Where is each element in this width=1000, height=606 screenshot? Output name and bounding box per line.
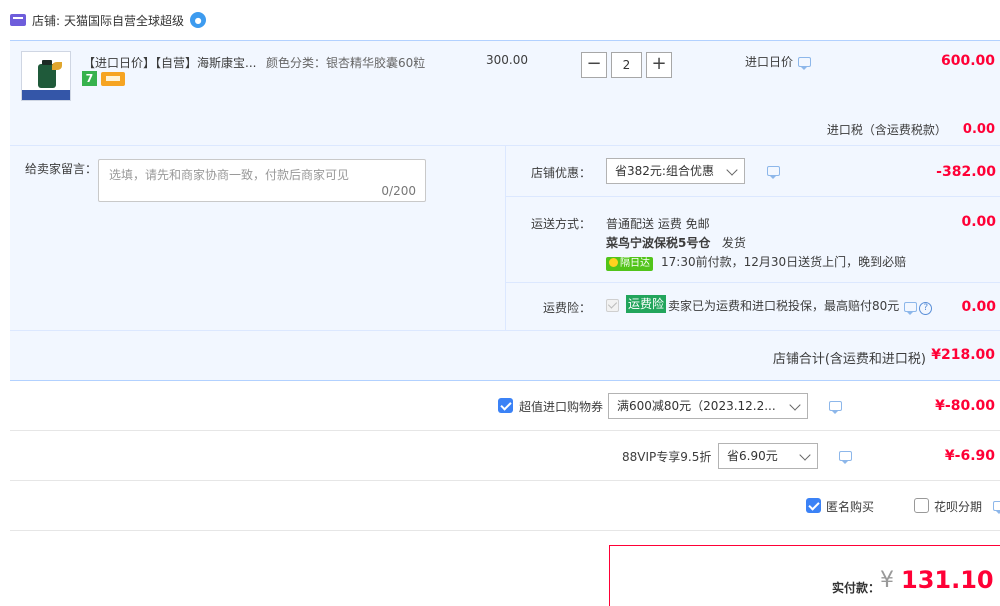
message-pane: 给卖家留言： 选填，请先和商家协商一致，付款后商家可见 0/200 (10, 145, 505, 330)
vip-selected: 省6.90元 (727, 449, 778, 463)
shop-discount-selected: 省382元:组合优惠 (615, 164, 714, 178)
anonymous-label: 匿名购买 (826, 500, 875, 514)
chevron-down-icon (799, 449, 811, 461)
coupon-selected: 满600减80元（2023.12.2... (617, 399, 776, 413)
chat-bubble-icon[interactable] (904, 301, 918, 315)
item-total: 600.00 (940, 53, 995, 69)
coupon-label: 超值进口购物券 (519, 400, 604, 414)
import-tax-label: 进口税（含运费税款） (826, 123, 947, 137)
shop-total-label: 店铺合计(含运费和进口税) (772, 352, 926, 367)
shop-discount-value: -382.00 (936, 164, 996, 180)
quantity-plus-button[interactable]: + (646, 52, 672, 78)
quantity-input[interactable]: 2 (611, 52, 642, 78)
message-placeholder: 选填，请先和商家协商一致，付款后商家可见 (109, 168, 350, 182)
product-sku: 颜色分类：银杏精华胶囊60粒 (266, 56, 426, 70)
vip-value: ¥-6.90 (944, 448, 995, 464)
vip-discount-row: 88VIP专享9.5折 省6.90元 ¥-6.90 (10, 431, 1000, 481)
shipping-warehouse-line: 菜鸟宁波保税5号仓 发货 (606, 234, 746, 251)
chat-bubble-icon[interactable] (829, 401, 842, 414)
quantity-stepper: − 2 + (581, 52, 672, 78)
insurance-row: 运费险： 运费险 卖家已为运费和进口税投保，最高赔付80元? 0.00 (506, 283, 1000, 331)
shop-name-link[interactable]: 天猫国际自营全球超级 (64, 12, 184, 29)
lightning-icon (609, 258, 618, 267)
huabei-label: 花呗分期 (934, 500, 983, 514)
shop-icon (10, 14, 26, 26)
coupon-value: ¥-80.00 (935, 398, 995, 414)
delivery-promise: 17:30前付款，12月30日送货上门，晚到必赔 (661, 255, 907, 269)
shop-discount-row: 店铺优惠： 省382元:组合优惠 -382.00 (506, 146, 1000, 197)
huabei-checkbox[interactable] (914, 498, 929, 513)
product-title-link[interactable]: 【进口日价】【自营】海斯康宝... (83, 54, 256, 71)
credit-card-icon[interactable] (101, 72, 125, 86)
item-row: 【进口日价】【自营】海斯康宝... 颜色分类：银杏精华胶囊60粒 7 300.0… (10, 41, 1000, 145)
insurance-checkbox (606, 299, 619, 312)
help-icon[interactable]: ? (919, 302, 933, 315)
anonymous-checkbox[interactable] (806, 498, 821, 513)
message-label: 给卖家留言： (25, 162, 98, 176)
chat-bubble-icon[interactable] (993, 501, 1000, 514)
coupon-row: 超值进口购物券 满600减80元（2023.12.2... ¥-80.00 (10, 381, 1000, 431)
insurance-value: 0.00 (961, 299, 996, 315)
payment-amount: 131.10 (901, 566, 994, 594)
insurance-tag: 运费险 (626, 295, 667, 313)
next-day-tag: 隔日达 (606, 257, 653, 271)
delivery-promise-line: 隔日达 17:30前付款，12月30日送货上门，晚到必赔 (606, 253, 906, 271)
shop-discount-select[interactable]: 省382元:组合优惠 (606, 158, 745, 184)
import-price-text: 进口日价 (745, 55, 794, 69)
chat-bubble-icon[interactable] (767, 166, 780, 179)
next-day-tag-text: 隔日达 (620, 258, 650, 269)
shipping-warehouse: 菜鸟宁波保税5号仓 (606, 236, 711, 250)
seven-day-return-icon[interactable]: 7 (82, 71, 97, 86)
insurance-text: 卖家已为运费和进口税投保，最高赔付80元? (668, 297, 933, 315)
order-block: 【进口日价】【自营】海斯康宝... 颜色分类：银杏精华胶囊60粒 7 300.0… (10, 40, 1000, 381)
seller-message-input[interactable]: 选填，请先和商家协商一致，付款后商家可见 0/200 (98, 159, 426, 202)
purchase-options-row: 匿名购买 花呗分期 (10, 481, 1000, 531)
import-price-label: 进口日价 (745, 53, 812, 70)
shipping-label: 运送方式： (531, 217, 592, 231)
shop-discount-label: 店铺优惠： (531, 166, 592, 180)
product-thumbnail[interactable] (21, 51, 71, 101)
quantity-minus-button[interactable]: − (581, 52, 607, 78)
wangwang-chat-icon[interactable]: ● (190, 12, 207, 28)
coupon-checkbox[interactable] (498, 398, 513, 413)
shipping-method: 普通配送 运费 免邮 (606, 217, 710, 231)
chevron-down-icon (789, 399, 801, 411)
insurance-label: 运费险： (543, 301, 592, 315)
unit-price: 300.00 (486, 53, 528, 67)
order-options-pane: 店铺优惠： 省382元:组合优惠 -382.00 运送方式： 普通配送 运费 免… (505, 145, 1000, 330)
vip-label: 88VIP专享9.5折 (622, 450, 712, 464)
shop-label: 店铺: (32, 13, 61, 28)
import-tax-row: 进口税（含运费税款） 0.00 (827, 121, 995, 138)
shop-total-value: ¥218.00 (931, 347, 995, 363)
shop-total-row: 店铺合计(含运费和进口税) ¥218.00 (10, 330, 1000, 381)
shipping-row: 运送方式： 普通配送 运费 免邮 菜鸟宁波保税5号仓 发货 隔日达 17:30前付… (506, 197, 1000, 283)
message-char-count: 0/200 (381, 184, 416, 198)
chat-bubble-icon[interactable] (839, 451, 852, 464)
payment-currency: ¥ (880, 568, 894, 593)
payment-summary: 实付款： ¥ 131.10 (609, 545, 1000, 606)
import-tax-value: 0.00 (962, 122, 995, 137)
payment-label: 实付款： (832, 581, 881, 595)
shipping-dispatch: 发货 (721, 236, 746, 250)
coupon-select[interactable]: 满600减80元（2023.12.2... (608, 393, 808, 419)
insurance-description: 卖家已为运费和进口税投保，最高赔付80元 (668, 299, 900, 313)
shipping-value: 0.00 (961, 214, 996, 230)
chat-bubble-icon[interactable] (798, 56, 812, 70)
vip-discount-select[interactable]: 省6.90元 (718, 443, 818, 469)
shop-header: 店铺: 天猫国际自营全球超级 ● (0, 0, 1000, 40)
chevron-down-icon (726, 164, 738, 176)
